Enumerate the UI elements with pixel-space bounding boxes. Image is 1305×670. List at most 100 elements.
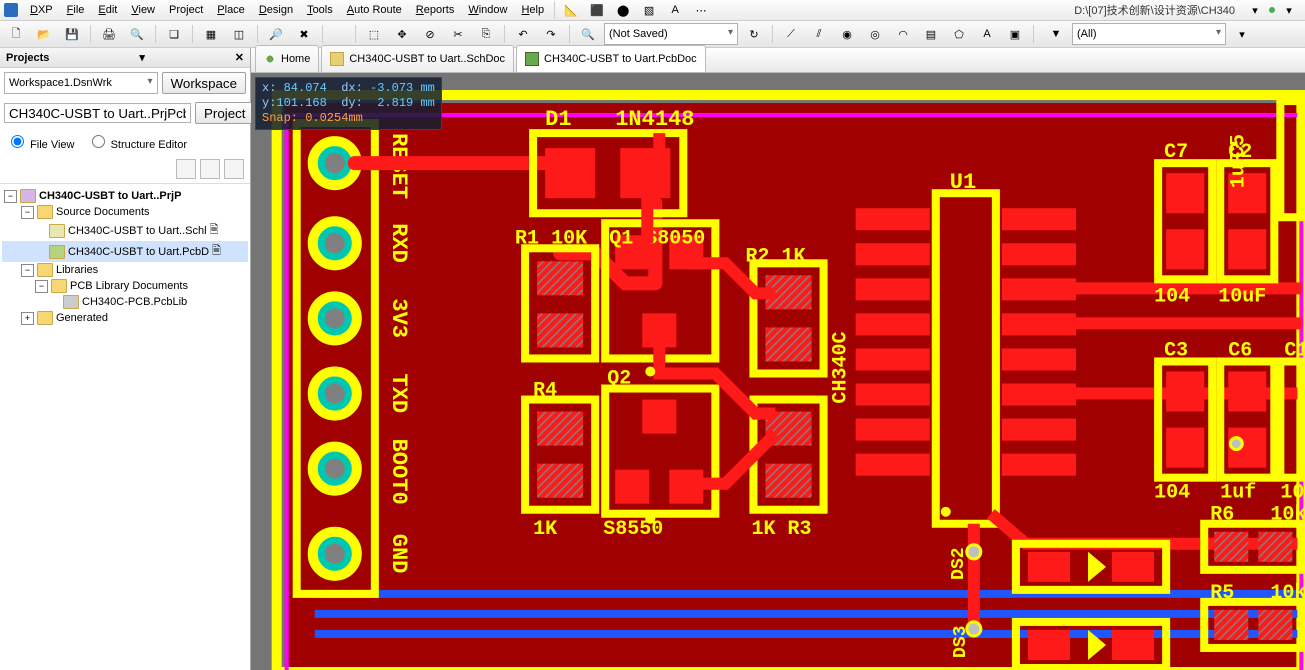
pcb-svg: RESET RXD 3V3 TXD BOOT0 GND [251, 73, 1305, 670]
menu-place[interactable]: Place [211, 2, 251, 18]
preview-icon[interactable]: 🔍 [125, 22, 149, 46]
tree-sch[interactable]: CH340C-USBT to Uart..Schl [68, 225, 207, 237]
menu-autoroute[interactable]: Auto Route [341, 2, 408, 18]
title-path: D:\[07]技术创新\设计资源\CH340 [1068, 2, 1241, 18]
project-button[interactable]: Project [195, 102, 254, 124]
svg-text:C1: C1 [1284, 339, 1305, 362]
select-icon[interactable]: ⬚ [362, 22, 386, 46]
svg-text:1K R3: 1K R3 [751, 518, 811, 541]
svg-text:C6: C6 [1228, 339, 1252, 362]
editor-area: Home CH340C-USBT to Uart..SchDoc CH340C-… [251, 48, 1305, 670]
svg-text:GND: GND [386, 534, 411, 574]
move-icon[interactable]: ✥ [390, 22, 414, 46]
board-icon[interactable]: ▦ [199, 22, 223, 46]
menu-file[interactable]: File [61, 2, 91, 18]
layers-icon[interactable]: ❏ [162, 22, 186, 46]
tree-libdocs[interactable]: PCB Library Documents [70, 280, 188, 292]
track-icon[interactable]: ⟋ [779, 22, 803, 46]
menu-reports[interactable]: Reports [410, 2, 461, 18]
svg-text:C3: C3 [1164, 339, 1188, 362]
tree-src[interactable]: Source Documents [56, 206, 150, 218]
copy-icon[interactable]: ⎘ [474, 22, 498, 46]
fill-icon[interactable]: ▤ [919, 22, 943, 46]
tree-project[interactable]: CH340C-USBT to Uart..PrjP [39, 190, 181, 202]
new-icon[interactable]: 🗋 [4, 22, 28, 46]
svg-text:R2 1K: R2 1K [745, 245, 806, 268]
status-dot [1269, 7, 1275, 13]
doc-mod-icon: 🗎 [212, 242, 221, 261]
panel-close-icon[interactable]: ✕ [235, 51, 244, 64]
poly2-icon[interactable]: ⬠ [947, 22, 971, 46]
toolbar-pad-icon[interactable]: ⬛ [585, 0, 609, 22]
menu-project[interactable]: Project [163, 2, 209, 18]
toolbar-route-icon[interactable]: 📐 [559, 0, 583, 22]
project-path-input[interactable] [4, 103, 191, 123]
tree-toggle[interactable]: − [35, 280, 48, 293]
comp-icon[interactable]: ▣ [1003, 22, 1027, 46]
tree-toggle[interactable]: − [21, 206, 34, 219]
menu-help[interactable]: Help [515, 2, 550, 18]
redo-icon[interactable]: ↷ [539, 22, 563, 46]
menu-window[interactable]: Window [462, 2, 513, 18]
menu-tools[interactable]: Tools [301, 2, 339, 18]
svg-text:1uf: 1uf [1220, 482, 1256, 505]
tree-gen[interactable]: Generated [56, 312, 108, 324]
find-icon[interactable]: 🔎 [264, 22, 288, 46]
quick-icon-2[interactable] [200, 159, 220, 179]
tree-toggle[interactable]: + [21, 312, 34, 325]
deselect-icon[interactable]: ⊘ [418, 22, 442, 46]
workspace-button[interactable]: Workspace [162, 72, 246, 94]
undo-icon[interactable]: ↶ [511, 22, 535, 46]
tree-pcblib[interactable]: CH340C-PCB.PcbLib [82, 296, 187, 308]
svg-text:TXD: TXD [386, 374, 411, 414]
clear-icon[interactable]: ✖ [292, 22, 316, 46]
toolbar-poly-icon[interactable]: ▧ [637, 0, 661, 22]
pad2-icon[interactable]: ◉ [835, 22, 859, 46]
help-icon[interactable]: ▾ [1277, 0, 1301, 22]
tree-toggle[interactable]: − [4, 190, 17, 203]
refresh-icon[interactable]: ↻ [742, 22, 766, 46]
svg-text:RXD: RXD [386, 223, 411, 263]
filter-icon[interactable]: ▼ [1044, 22, 1068, 46]
svg-text:U1: U1 [950, 170, 976, 195]
arc-icon[interactable]: ◠ [891, 22, 915, 46]
zoom-icon[interactable]: 🔍 [576, 22, 600, 46]
string-icon[interactable]: A [975, 22, 999, 46]
app-logo [4, 3, 18, 17]
tab-pcb[interactable]: CH340C-USBT to Uart.PcbDoc [516, 45, 706, 72]
print-icon[interactable]: 🖨 [97, 22, 121, 46]
saved-state-select[interactable]: (Not Saved) [604, 23, 738, 45]
toolbar-more-icon[interactable]: ⋯ [689, 0, 713, 22]
menu-view[interactable]: View [125, 2, 161, 18]
tab-sch[interactable]: CH340C-USBT to Uart..SchDoc [321, 45, 514, 72]
apply-icon[interactable]: ▾ [1230, 22, 1254, 46]
panel-options-icon[interactable]: ▾ [139, 51, 145, 64]
filter-select[interactable]: (All) [1072, 23, 1226, 45]
diff-icon[interactable]: ⫽ [807, 22, 831, 46]
toolbar-text-icon[interactable]: A [663, 0, 687, 22]
structure-editor-radio[interactable]: Structure Editor [87, 132, 187, 151]
tree-pcb[interactable]: CH340C-USBT to Uart.PcbD [68, 246, 209, 258]
save-icon[interactable]: 💾 [60, 22, 84, 46]
toolbar-via-icon[interactable]: ⬤ [611, 0, 635, 22]
cut-icon[interactable]: ✂ [446, 22, 470, 46]
file-view-radio[interactable]: File View [6, 132, 75, 151]
workspace-select[interactable]: Workspace1.DsnWrk [4, 72, 158, 94]
3d-icon[interactable]: ◫ [227, 22, 251, 46]
quick-icon-3[interactable] [224, 159, 244, 179]
menu-edit[interactable]: Edit [92, 2, 123, 18]
document-tabs: Home CH340C-USBT to Uart..SchDoc CH340C-… [251, 48, 1305, 73]
doc-mod-icon: 🗎 [210, 221, 219, 240]
quick-icon-1[interactable] [176, 159, 196, 179]
dropdown-icon[interactable]: ▾ [1243, 0, 1267, 22]
pcb-canvas[interactable]: x: 84.074 dx: -3.073 mm y:101.168 dy: 2.… [251, 73, 1305, 670]
menu-dxp[interactable]: DDXPXP [24, 2, 59, 18]
menu-design[interactable]: Design [253, 2, 299, 18]
schdoc-icon [330, 52, 344, 66]
tab-home[interactable]: Home [255, 45, 319, 72]
open-icon[interactable]: 📂 [32, 22, 56, 46]
via2-icon[interactable]: ◎ [863, 22, 887, 46]
tree-lib[interactable]: Libraries [56, 264, 98, 276]
tree-toggle[interactable]: − [21, 264, 34, 277]
svg-text:10k: 10k [1270, 582, 1305, 605]
